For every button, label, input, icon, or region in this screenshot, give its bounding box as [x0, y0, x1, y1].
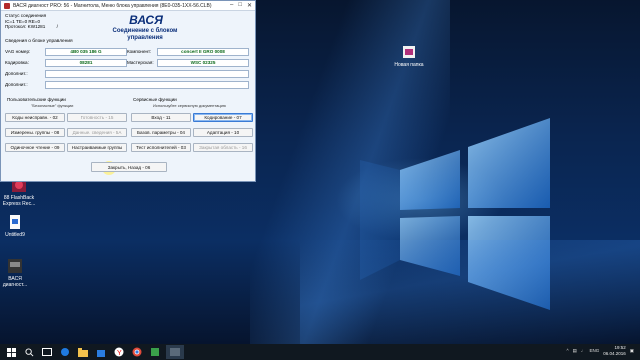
vasya-app-icon — [8, 259, 22, 273]
svg-text:Y: Y — [117, 350, 122, 357]
desktop-icon-untitled9[interactable]: Untitled9 — [0, 214, 30, 238]
extra2-field — [45, 81, 249, 89]
connection-line-1: Соединение с блоком — [112, 28, 178, 34]
protocol-label: Протокол: KW1281 — [5, 24, 46, 30]
unit-info-title: Сведения о блоке управления — [5, 39, 73, 44]
minimize-icon[interactable]: – — [230, 2, 233, 9]
notification-icon[interactable]: ▣ — [630, 348, 634, 354]
extra2-label: Дополнит.: — [5, 82, 28, 87]
light-floor — [300, 240, 640, 344]
basic-functions-title: Пользовательские функции — [7, 97, 66, 102]
adjustable-groups-button[interactable]: Настраиваемые группы — [67, 143, 127, 152]
desktop-icon-label: ВАСЯ диагност... — [2, 276, 28, 288]
taskbar-vasya-active[interactable] — [166, 345, 184, 359]
chrome-icon — [132, 347, 142, 357]
folder-icon — [403, 46, 415, 58]
coding-label: Кодировка: — [5, 60, 29, 65]
advanced-measuring-button[interactable]: Данные. сведения - 5A — [67, 128, 127, 137]
network-icon[interactable]: ▤ — [573, 348, 577, 354]
app-icon — [4, 2, 10, 9]
taskbar-store[interactable] — [94, 345, 108, 359]
chevron-up-icon[interactable]: ^ — [567, 348, 569, 353]
system-tray: ^ ▤ ♩ ENG 19:52 06.04.2016 ▣ — [567, 345, 634, 356]
task-view-icon — [42, 348, 52, 356]
desktop-icon-label: Untitled9 — [5, 232, 25, 238]
coding-button[interactable]: Кодирование - 07 — [193, 113, 253, 122]
task-view-button[interactable] — [40, 345, 54, 359]
yandex-browser-icon: Y — [114, 347, 124, 357]
folder-icon — [78, 347, 88, 357]
search-icon — [24, 347, 33, 356]
video-file-icon — [10, 215, 20, 229]
taskbar-app[interactable] — [148, 345, 162, 359]
workshop-field: WSC 02325 — [157, 59, 249, 67]
close-back-button[interactable]: Закрыть, Назад - 06 — [91, 162, 167, 172]
desktop-icon-label: 88 FlashBack Express Rec... — [2, 195, 36, 207]
close-icon[interactable]: ✕ — [247, 2, 252, 9]
vasya-taskbar-icon — [170, 348, 180, 356]
vag-label: VAG номер: — [5, 49, 31, 54]
basic-settings-button[interactable]: Базов. параметры - 04 — [131, 128, 191, 137]
taskbar-search[interactable] — [22, 345, 36, 359]
edge-icon — [61, 348, 69, 356]
unit-info-panel: Сведения о блоке управления VAG номер: 4… — [5, 39, 249, 89]
store-icon — [97, 350, 105, 357]
vag-number-field: 4B0 035 186 G — [45, 48, 127, 56]
login-button[interactable]: Вход - 11 — [131, 113, 191, 122]
taskbar-edge[interactable] — [58, 345, 72, 359]
taskbar-chrome[interactable] — [130, 345, 144, 359]
single-reading-button[interactable]: Одиночное чтение - 09 — [5, 143, 65, 152]
vasya-logo: ВАСЯ — [129, 13, 163, 27]
extra1-label: Дополнит.: — [5, 71, 28, 76]
workshop-label: Мастерская: — [127, 60, 154, 65]
volume-icon[interactable]: ♩ — [581, 348, 586, 353]
fault-codes-button[interactable]: Коды неисправн. - 02 — [5, 113, 65, 122]
taskbar-yandex[interactable]: Y — [112, 345, 126, 359]
language-indicator[interactable]: ENG — [589, 348, 599, 353]
desktop-icon-vasya[interactable]: ВАСЯ диагност... — [0, 258, 30, 288]
component-label: Компонент: — [127, 49, 152, 54]
window-title: ВАСЯ диагност PRO: 56 - Магнитола, Меню … — [13, 2, 212, 9]
extra1-field — [45, 70, 249, 78]
measuring-groups-button[interactable]: Измерены. группы - 08 — [5, 128, 65, 137]
readiness-button[interactable]: Готовность - 15 — [67, 113, 127, 122]
maximize-icon[interactable]: □ — [238, 2, 242, 9]
taskbar: Y ^ ▤ ♩ ENG 19:52 06.04.2016 ▣ — [0, 344, 640, 360]
connection-status: Статус соединения IC=1 TE=0 RE=0 Протоко… — [5, 13, 93, 37]
windows-start-icon — [6, 347, 16, 357]
app-icon — [151, 348, 159, 356]
security-access-button[interactable]: Закрытая область - 16 — [193, 143, 253, 152]
desktop-icon-new-folder[interactable]: Новая папка — [386, 44, 432, 68]
app-window: ВАСЯ диагност PRO: 56 - Магнитола, Меню … — [0, 0, 256, 182]
adaptation-button[interactable]: Адаптация - 10 — [193, 128, 253, 137]
start-button[interactable] — [4, 345, 18, 359]
desktop-icon-label: Новая папка — [394, 62, 424, 68]
taskbar-explorer[interactable] — [76, 345, 90, 359]
advanced-functions-subtitle: Используйте сервисную документацию — [153, 103, 226, 108]
advanced-functions-title: Сервисные функции — [133, 97, 177, 102]
coding-field: 08281 — [45, 59, 127, 67]
header-area: Статус соединения IC=1 TE=0 RE=0 Протоко… — [5, 13, 247, 41]
basic-functions-subtitle: "Безопасные" функции — [31, 103, 74, 108]
output-test-button[interactable]: Тест исполнителей - 03 — [131, 143, 191, 152]
clock-date: 06.04.2016 — [603, 350, 626, 356]
window-titlebar[interactable]: ВАСЯ диагност PRO: 56 - Магнитола, Меню … — [1, 1, 255, 11]
component-field: concert II GRO 0008 — [157, 48, 249, 56]
protocol-suffix: / — [56, 24, 58, 30]
clock[interactable]: 19:52 06.04.2016 — [603, 345, 626, 356]
